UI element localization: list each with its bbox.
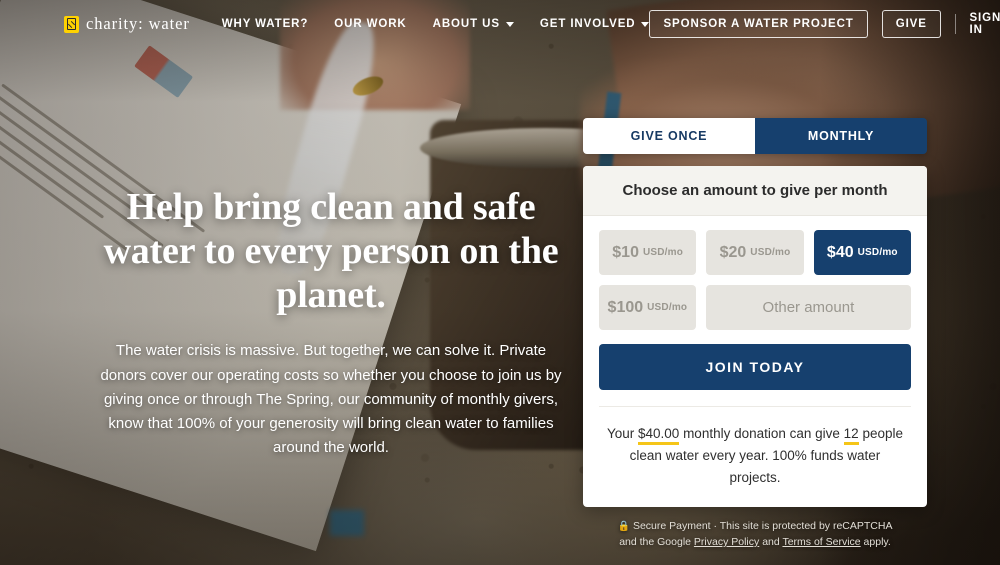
join-today-button[interactable]: JOIN TODAY [599,344,911,390]
nav-item-label: OUR WORK [334,18,407,30]
hero-copy: Help bring clean and safe water to every… [96,185,566,461]
nav-item-about-us[interactable]: ABOUT US [433,18,514,30]
amount-grid-row-1: $10 USD/mo $20 USD/mo $40 USD/mo [599,230,911,275]
impact-statement-section: Your $40.00 monthly donation can give 12… [599,406,911,507]
nav-item-label: WHY WATER? [221,18,309,30]
sign-in-link[interactable]: SIGN IN [969,12,1000,36]
nav-item-our-work[interactable]: OUR WORK [334,18,406,30]
jerrycan-icon [64,15,79,33]
amount-value: $10 [612,243,639,261]
main-navigation: charity: water WHY WATER? OUR WORK ABOUT… [0,0,1000,48]
logo-text: charity: water [86,14,190,33]
other-amount-button[interactable]: Other amount [705,285,911,330]
donation-card-title: Choose an amount to give per month [583,166,927,216]
tab-monthly[interactable]: MONTHLY [755,118,927,154]
site-logo[interactable]: charity: water [64,14,190,34]
secure-payment-notice: 🔒 Secure Payment · This site is protected… [583,518,927,551]
amount-unit: USD/mo [857,247,898,258]
nav-item-get-involved[interactable]: GET INVOLVED [540,18,650,30]
impact-amount: $40.00 [638,426,680,445]
donation-card: Choose an amount to give per month $10 U… [583,166,927,507]
nav-divider [954,14,956,34]
chevron-down-icon [505,21,514,27]
nav-actions: SPONSOR A WATER PROJECT GIVE SIGN IN [649,10,1000,38]
amount-option-40[interactable]: $40 USD/mo [813,230,911,275]
amount-value: $40 [826,243,854,261]
amount-option-20[interactable]: $20 USD/mo [706,230,804,275]
secure-line-2-prefix: and the Google [619,536,694,549]
amount-option-10[interactable]: $10 USD/mo [599,230,697,275]
secure-line-2-suffix: apply. [860,536,891,549]
donation-frequency-tabs: GIVE ONCE MONTHLY [583,118,927,154]
amount-value: $20 [719,243,747,261]
amount-unit: USD/mo [647,302,688,313]
chevron-down-icon [641,21,650,27]
nav-item-label: GET INVOLVED [539,18,636,30]
amount-unit: USD/mo [750,247,791,258]
terms-of-service-link[interactable]: Terms of Service [782,536,860,548]
secure-line-1: Secure Payment · This site is protected … [632,519,893,532]
hero-subcopy: The water crisis is massive. But togethe… [100,342,562,457]
lock-icon: 🔒 [617,520,630,532]
donation-widget: GIVE ONCE MONTHLY Choose an amount to gi… [583,118,927,550]
amount-unit: USD/mo [642,247,684,258]
hero-headline: Help bring clean and safe water to every… [103,186,559,317]
tab-give-once[interactable]: GIVE ONCE [583,118,755,154]
impact-statement: Your $40.00 monthly donation can give 12… [605,423,905,489]
nav-item-why-water[interactable]: WHY WATER? [222,18,309,30]
amount-value: $100 [607,298,644,316]
donation-card-body: $10 USD/mo $20 USD/mo $40 USD/mo $100 US… [583,216,927,507]
give-button[interactable]: GIVE [881,10,941,38]
impact-people-count: 12 [843,426,859,445]
amount-option-100[interactable]: $100 USD/mo [599,285,696,330]
impact-prefix: Your [606,426,639,441]
sponsor-water-project-button[interactable]: SPONSOR A WATER PROJECT [649,10,868,38]
privacy-policy-link[interactable]: Privacy Policy [694,536,759,548]
nav-links: WHY WATER? OUR WORK ABOUT US GET INVOLVE… [222,18,650,30]
impact-middle: monthly donation can give [679,426,844,441]
secure-line-2-middle: and [759,536,783,549]
nav-item-label: ABOUT US [432,18,500,30]
amount-grid-row-2: $100 USD/mo Other amount [599,285,911,330]
